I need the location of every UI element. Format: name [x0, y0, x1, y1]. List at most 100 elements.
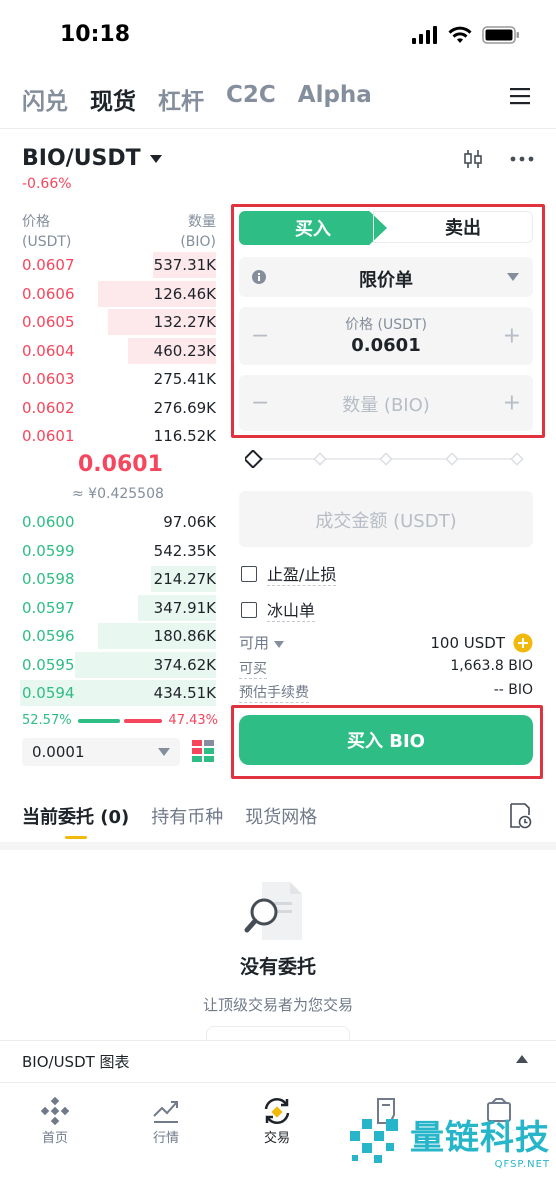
fee-row: 预估手续费 -- BIO — [239, 682, 533, 703]
binance-logo-icon — [41, 1097, 69, 1125]
empty-title: 没有委托 — [239, 956, 316, 978]
can-buy-value: 1,663.8 BIO — [450, 658, 533, 674]
ask-qty: 116.52K — [153, 427, 216, 445]
copy-trading-button[interactable] — [206, 1026, 350, 1041]
caret-up-icon — [516, 1055, 528, 1063]
watermark-logo-icon — [350, 1119, 398, 1163]
ask-qty: 126.46K — [153, 284, 216, 303]
price-input-label: 价格 (USDT) — [345, 317, 427, 333]
sell-tab[interactable]: 卖出 — [373, 211, 533, 243]
mid-fiat-price: ≈ ¥0.425508 — [72, 486, 164, 502]
bid-row[interactable]: 0.0600 97.06K — [0, 507, 230, 535]
ask-row[interactable]: 0.0606 126.46K — [0, 279, 230, 307]
hamburger-menu-icon[interactable] — [510, 86, 530, 110]
available-label[interactable]: 可用 — [239, 632, 284, 653]
nav-divider — [0, 128, 556, 129]
buy-sell-ratio: 52.57% 47.43% — [22, 713, 218, 728]
sell-ratio: 47.43% — [168, 713, 218, 728]
ask-row[interactable]: 0.0601 116.52K — [0, 421, 230, 449]
battery-icon — [482, 26, 519, 44]
price-change: -0.66% — [22, 176, 72, 192]
caret-down-icon — [507, 273, 519, 281]
total-placeholder: 成交金额 (USDT) — [315, 511, 457, 532]
ask-row[interactable]: 0.0602 276.69K — [0, 393, 230, 421]
ob-price-header: 价格 (USDT) — [22, 214, 72, 250]
tab-home-label: 首页 — [41, 1131, 68, 1146]
trade-swap-icon — [264, 1097, 290, 1125]
ask-price: 0.0605 — [22, 313, 75, 331]
available-value: 100 USDT — [430, 633, 505, 652]
fee-label: 预估手续费 — [239, 682, 309, 703]
order-type-value: 限价单 — [359, 270, 413, 291]
caret-down-icon — [158, 748, 170, 756]
buy-submit-button[interactable]: 买入 BIO — [239, 715, 533, 765]
bid-qty: 97.06K — [163, 513, 216, 531]
pair-selector[interactable]: BIO/USDT — [22, 146, 163, 171]
tp-sl-checkbox[interactable]: 止盈/止损 — [241, 561, 337, 586]
quantity-increment-button[interactable]: + — [503, 391, 521, 416]
bid-row[interactable]: 0.0598 214.27K — [0, 564, 230, 592]
bid-price: 0.0594 — [22, 684, 75, 702]
tab-open-orders[interactable]: 当前委托 (0) — [22, 803, 129, 829]
ask-row[interactable]: 0.0603 275.41K — [0, 364, 230, 392]
active-tab-indicator — [65, 836, 87, 839]
can-buy-label: 可买 — [239, 658, 267, 679]
total-input[interactable]: 成交金额 (USDT) — [239, 491, 533, 547]
bid-row[interactable]: 0.0599 542.35K — [0, 536, 230, 564]
buy-tab[interactable]: 买入 — [239, 211, 387, 245]
chart-bar[interactable]: BIO/USDT 图表 — [0, 1040, 556, 1081]
amount-slider[interactable] — [243, 449, 525, 469]
tab-markets[interactable]: 行情 — [131, 1095, 201, 1146]
iceberg-label: 冰山单 — [267, 597, 316, 622]
side-toggle: 买入 卖出 — [239, 211, 533, 247]
tab-trade[interactable]: 交易 — [242, 1095, 312, 1146]
watermark-url: QFSP.NET — [494, 1159, 550, 1170]
bid-row[interactable]: 0.0596 180.86K — [0, 621, 230, 649]
empty-orders-icon — [244, 880, 304, 946]
ask-row[interactable]: 0.0604 460.23K — [0, 336, 230, 364]
quantity-placeholder: 数量 (BIO) — [342, 395, 430, 416]
ask-price: 0.0601 — [22, 427, 75, 445]
ask-qty: 275.41K — [153, 370, 216, 388]
order-history-icon[interactable] — [508, 803, 532, 833]
bid-qty: 374.62K — [153, 655, 216, 674]
ask-row[interactable]: 0.0605 132.27K — [0, 307, 230, 335]
ask-price: 0.0603 — [22, 370, 75, 388]
add-funds-icon[interactable] — [513, 633, 533, 653]
checkbox-box[interactable] — [241, 565, 257, 582]
nav-tab-convert[interactable]: 闪兑 — [22, 82, 68, 116]
ob-qty-header: 数量 (BIO) — [180, 214, 216, 250]
bid-price: 0.0598 — [22, 570, 75, 588]
price-increment-button[interactable]: + — [503, 324, 521, 349]
precision-value: 0.0001 — [32, 743, 85, 761]
orderbook-layout-icon[interactable] — [192, 740, 214, 766]
iceberg-checkbox[interactable]: 冰山单 — [241, 597, 316, 622]
bid-qty: 180.86K — [153, 627, 216, 645]
bid-price: 0.0599 — [22, 541, 75, 560]
nav-tab-margin[interactable]: 杠杆 — [158, 82, 204, 116]
nav-tab-spot[interactable]: 现货 — [90, 82, 136, 116]
tab-home[interactable]: 首页 — [20, 1095, 90, 1146]
price-input-value: 0.0601 — [351, 335, 421, 356]
fee-value: -- BIO — [493, 682, 533, 698]
quantity-input[interactable]: − 数量 (BIO) + — [239, 375, 533, 431]
ask-row[interactable]: 0.0607 537.31K — [0, 250, 230, 278]
checkbox-box[interactable] — [241, 601, 257, 618]
precision-select[interactable]: 0.0001 — [22, 738, 180, 766]
order-type-select[interactable]: 限价单 — [239, 257, 533, 297]
tab-spot-grid[interactable]: 现货网格 — [245, 803, 317, 829]
bid-row[interactable]: 0.0594 434.51K — [0, 678, 230, 706]
nav-tab-c2c[interactable]: C2C — [226, 82, 276, 116]
tab-holdings[interactable]: 持有币种 — [151, 803, 223, 829]
price-input[interactable]: − 价格 (USDT) 0.0601 + — [239, 307, 533, 365]
mid-price[interactable]: 0.0601 — [78, 452, 163, 477]
nav-tab-alpha[interactable]: Alpha — [298, 82, 372, 116]
bid-row[interactable]: 0.0595 374.62K — [0, 650, 230, 678]
candlestick-chart-icon[interactable] — [462, 148, 484, 170]
more-options-icon[interactable] — [510, 156, 534, 162]
status-icons — [412, 26, 520, 44]
orders-tabs: 当前委托 (0) 持有币种 现货网格 — [22, 803, 317, 829]
bid-row[interactable]: 0.0597 347.91K — [0, 593, 230, 621]
section-separator — [0, 842, 556, 850]
market-chart-icon — [153, 1101, 178, 1123]
